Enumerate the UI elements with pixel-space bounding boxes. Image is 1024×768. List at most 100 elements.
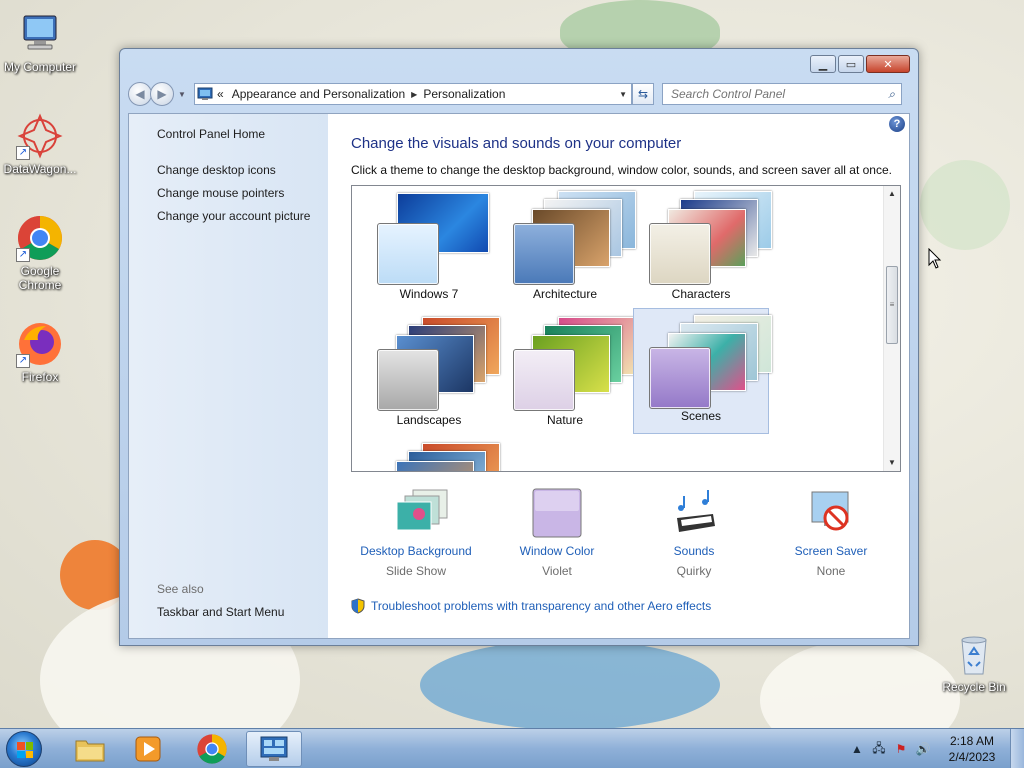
- taskbar-explorer-button[interactable]: [62, 731, 118, 767]
- taskbar-control-panel-button[interactable]: [246, 731, 302, 767]
- screen-saver-value: None: [816, 564, 846, 578]
- change-desktop-icons-link[interactable]: Change desktop icons: [157, 163, 276, 177]
- screen-saver-icon: [806, 488, 856, 538]
- navigation-bar: ◀ ▶ ▼ « Appearance and Personalization ▶…: [128, 81, 910, 107]
- notification-area: ▲ 🖧 ⚑ 🔊 2:18 AM 2/4/2023: [846, 729, 1024, 768]
- window-color-setting[interactable]: Window Color Violet: [492, 488, 622, 578]
- show-desktop-button[interactable]: [1010, 729, 1024, 768]
- theme-list-scrollbar[interactable]: ▲ ≡ ▼: [883, 186, 900, 471]
- address-overflow-chevron[interactable]: «: [213, 87, 228, 101]
- personalization-window: ▁ ▭ ✕ ◀ ▶ ▼ « Appearance and Personaliza…: [119, 48, 919, 646]
- shortcut-arrow-icon: ↗: [16, 354, 30, 368]
- shortcut-arrow-icon: ↗: [16, 146, 30, 160]
- window-caption-buttons: ▁ ▭ ✕: [810, 55, 910, 73]
- forward-button[interactable]: ▶: [150, 82, 174, 106]
- desktop: My Computer ↗ DataWagon... ↗ Google Chro…: [0, 0, 1024, 728]
- clock-time: 2:18 AM: [949, 734, 995, 748]
- scrollbar-thumb[interactable]: ≡: [886, 266, 898, 344]
- desktop-icon-label: Google Chrome: [18, 264, 62, 292]
- page-title: Change the visuals and sounds on your co…: [351, 135, 682, 152]
- security-shield-icon: [351, 598, 365, 614]
- start-button[interactable]: [6, 731, 42, 767]
- theme-label: Characters: [671, 287, 731, 301]
- minimize-button[interactable]: ▁: [810, 55, 836, 73]
- minimize-icon: ▁: [818, 58, 828, 71]
- firefox-icon: ↗: [16, 320, 64, 368]
- network-icon[interactable]: 🖧: [868, 739, 890, 760]
- chevron-down-icon: ▼: [178, 89, 186, 99]
- theme-list: Windows 7 Architecture Characters Landsc…: [351, 185, 901, 472]
- scroll-up-arrow-icon[interactable]: ▲: [884, 186, 900, 202]
- theme-windows-7[interactable]: Windows 7: [361, 186, 497, 312]
- theme-label: Architecture: [532, 287, 598, 301]
- refresh-icon: ⇆: [637, 87, 649, 101]
- page-subtitle: Click a theme to change the desktop back…: [351, 163, 892, 177]
- desktop-icon-google-chrome[interactable]: ↗ Google Chrome: [0, 214, 80, 292]
- theme-label: Scenes: [680, 409, 722, 423]
- media-player-icon: [135, 736, 161, 762]
- search-icon[interactable]: ⌕: [888, 87, 895, 102]
- sounds-value: Quirky: [676, 564, 712, 578]
- theme-settings-row: Desktop Background Slide Show Window Col…: [351, 488, 911, 588]
- volume-icon[interactable]: 🔊: [912, 742, 934, 756]
- taskbar: ▲ 🖧 ⚑ 🔊 2:18 AM 2/4/2023: [0, 728, 1024, 768]
- theme-landscapes[interactable]: Landscapes: [361, 312, 500, 438]
- system-clock[interactable]: 2:18 AM 2/4/2023: [934, 733, 1010, 765]
- change-mouse-pointers-link[interactable]: Change mouse pointers: [157, 186, 284, 200]
- theme-color-swatch: [649, 223, 711, 285]
- search-input[interactable]: [671, 87, 871, 101]
- search-box[interactable]: ⌕: [662, 83, 902, 105]
- desktop-icon-recycle-bin[interactable]: Recycle Bin: [934, 630, 1014, 694]
- help-icon[interactable]: ?: [889, 116, 905, 132]
- address-bar[interactable]: « Appearance and Personalization ▶ Perso…: [194, 83, 632, 105]
- taskbar-chrome-button[interactable]: [184, 731, 240, 767]
- recycle-bin-icon: [950, 630, 998, 678]
- desktop-background-icon: [391, 488, 448, 538]
- desktop-icon-my-computer[interactable]: My Computer: [0, 10, 80, 74]
- taskbar-media-player-button[interactable]: [120, 731, 176, 767]
- wallpaper-shape: [420, 640, 720, 728]
- troubleshoot-aero-link[interactable]: Troubleshoot problems with transparency …: [371, 599, 711, 613]
- breadcrumb-personalization[interactable]: Personalization: [419, 87, 509, 101]
- close-icon: ✕: [883, 58, 893, 71]
- address-dropdown-icon[interactable]: ▼: [619, 90, 627, 99]
- scroll-down-arrow-icon[interactable]: ▼: [884, 455, 900, 471]
- theme-nature[interactable]: Nature: [497, 312, 636, 438]
- maximize-button[interactable]: ▭: [838, 55, 864, 73]
- desktop-icon-datawagon[interactable]: ↗ DataWagon...: [0, 112, 80, 176]
- desktop-icon-label: Recycle Bin: [942, 680, 1006, 694]
- theme-partial-next-row[interactable]: [361, 438, 500, 471]
- desktop-icon-firefox[interactable]: ↗ Firefox: [0, 320, 80, 384]
- refresh-button[interactable]: ⇆: [632, 83, 654, 105]
- main-content-pane: ? Change the visuals and sounds on your …: [328, 114, 909, 638]
- back-button[interactable]: ◀: [128, 82, 152, 106]
- troubleshoot-row: Troubleshoot problems with transparency …: [351, 598, 711, 614]
- window-client-area: Control Panel Home Change desktop icons …: [128, 113, 910, 639]
- action-center-flag-icon[interactable]: ⚑: [890, 742, 912, 756]
- theme-scenes[interactable]: Scenes: [633, 308, 772, 434]
- show-hidden-icons-icon[interactable]: ▲: [846, 742, 868, 756]
- screen-saver-link[interactable]: Screen Saver: [766, 544, 896, 558]
- change-account-picture-link[interactable]: Change your account picture: [157, 209, 310, 223]
- theme-architecture[interactable]: Architecture: [497, 186, 636, 312]
- theme-characters[interactable]: Characters: [633, 186, 772, 312]
- sounds-setting[interactable]: Sounds Quirky: [629, 488, 759, 578]
- windows-logo-icon: [17, 742, 33, 758]
- theme-color-swatch: [513, 223, 575, 285]
- window-color-link[interactable]: Window Color: [492, 544, 622, 558]
- wallpaper-shape: [920, 160, 1010, 250]
- theme-color-swatch: [377, 349, 439, 411]
- desktop-background-setting[interactable]: Desktop Background Slide Show: [351, 488, 481, 578]
- control-panel-home-link[interactable]: Control Panel Home: [157, 127, 265, 141]
- see-also-heading: See also: [157, 582, 204, 596]
- taskbar-start-menu-link[interactable]: Taskbar and Start Menu: [157, 605, 284, 619]
- screen-saver-setting[interactable]: Screen Saver None: [766, 488, 896, 578]
- window-color-value: Violet: [542, 564, 572, 578]
- breadcrumb-separator-icon[interactable]: ▶: [409, 90, 419, 99]
- clock-date: 2/4/2023: [948, 750, 996, 764]
- sounds-link[interactable]: Sounds: [629, 544, 759, 558]
- desktop-background-link[interactable]: Desktop Background: [351, 544, 481, 558]
- close-button[interactable]: ✕: [866, 55, 910, 73]
- recent-pages-dropdown[interactable]: ▼: [178, 90, 186, 99]
- breadcrumb-appearance[interactable]: Appearance and Personalization: [228, 87, 409, 101]
